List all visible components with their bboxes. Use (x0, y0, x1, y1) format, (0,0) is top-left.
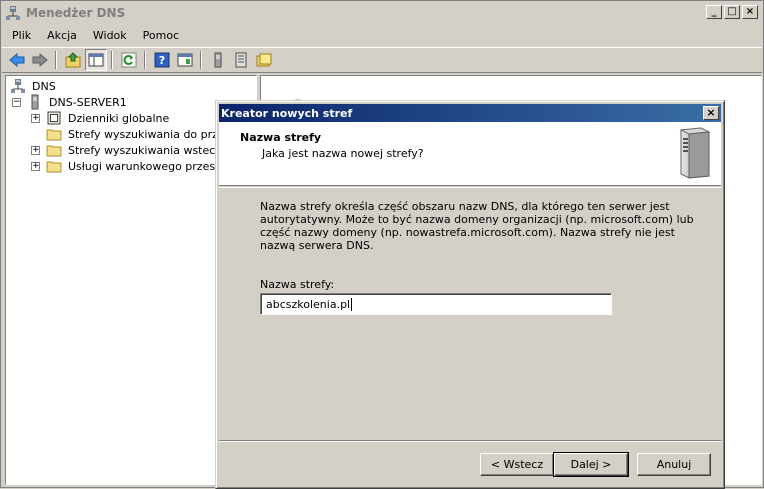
tree-item-global-logs[interactable]: + Dzienniki globalne (31, 110, 171, 126)
zone-name-value: abcszkolenia.pl (266, 297, 351, 311)
dns-app-icon (6, 5, 20, 21)
refresh-icon[interactable] (118, 49, 140, 71)
maximize-button[interactable]: □ (724, 5, 740, 19)
toolbar-separator (144, 51, 146, 69)
menu-bar: Plik Akcja Widok Pomoc (2, 25, 762, 45)
tree-label: DNS-SERVER1 (49, 95, 127, 109)
text-caret (351, 297, 353, 311)
folder-icon (46, 126, 62, 142)
svg-text:?: ? (159, 54, 165, 67)
wizard-step-subtitle: Jaka jest nazwa nowej strefy? (262, 147, 424, 160)
zone-name-description: Nazwa strefy określa część obszaru nazw … (260, 200, 694, 252)
dialog-title-bar[interactable]: Kreator nowych stref × (219, 104, 721, 122)
toolbar-separator (55, 51, 57, 69)
title-bar[interactable]: Menedżer DNS _ □ × (2, 2, 762, 23)
zone-name-label: Nazwa strefy: (260, 278, 335, 291)
next-button[interactable]: Dalej > (553, 452, 629, 477)
new-zone-wizard-dialog: Kreator nowych stref × Nazwa strefy Jaka… (215, 100, 725, 489)
list-icon[interactable] (230, 49, 252, 71)
expand-icon[interactable]: + (31, 113, 40, 123)
zone-name-input[interactable]: abcszkolenia.pl (260, 293, 612, 315)
log-book-icon (46, 110, 62, 126)
cancel-button[interactable]: Anuluj (637, 453, 711, 476)
help-icon[interactable]: ? (151, 49, 173, 71)
toolbar: ? (2, 47, 762, 73)
menu-file[interactable]: Plik (2, 29, 39, 42)
up-folder-icon[interactable] (62, 49, 84, 71)
expand-icon[interactable]: + (31, 145, 40, 155)
tree-item-dns[interactable]: DNS (10, 78, 58, 94)
wizard-header: Nazwa strefy Jaka jest nazwa nowej stref… (219, 122, 721, 186)
server-icon (27, 94, 43, 110)
dns-icon (10, 78, 26, 94)
show-hide-tree-icon[interactable] (85, 49, 107, 71)
button-divider (219, 440, 721, 442)
collapse-icon[interactable]: − (12, 97, 21, 107)
properties-icon[interactable] (174, 49, 196, 71)
dialog-close-button[interactable]: × (703, 106, 719, 120)
tree-label: Dzienniki globalne (68, 111, 170, 125)
back-arrow-icon[interactable] (6, 49, 28, 71)
dns-manager-window: Menedżer DNS _ □ × Plik Akcja Widok Pomo… (0, 0, 764, 489)
wizard-step-title: Nazwa strefy (240, 131, 322, 144)
minimize-button[interactable]: _ (706, 5, 722, 19)
folder-icon (46, 142, 62, 158)
close-button[interactable]: × (742, 5, 758, 19)
forward-arrow-icon[interactable] (29, 49, 51, 71)
back-button[interactable]: < Wstecz (480, 453, 554, 476)
folder-icon (46, 158, 62, 174)
server-tower-icon (671, 126, 715, 180)
folder-icon[interactable] (253, 49, 275, 71)
toolbar-separator (200, 51, 202, 69)
menu-help[interactable]: Pomoc (135, 29, 187, 42)
window-title: Menedżer DNS (26, 5, 126, 20)
server-icon[interactable] (207, 49, 229, 71)
menu-view[interactable]: Widok (85, 29, 135, 42)
tree-item-server[interactable]: − DNS-SERVER1 (12, 94, 129, 110)
expand-icon[interactable]: + (31, 161, 40, 171)
menu-action[interactable]: Akcja (39, 29, 85, 42)
dialog-title: Kreator nowych stref (221, 106, 353, 120)
toolbar-separator (111, 51, 113, 69)
tree-item-forward-zones[interactable]: Strefy wyszukiwania do przodu (46, 126, 241, 142)
header-divider (219, 187, 721, 188)
tree-label: DNS (32, 79, 56, 93)
